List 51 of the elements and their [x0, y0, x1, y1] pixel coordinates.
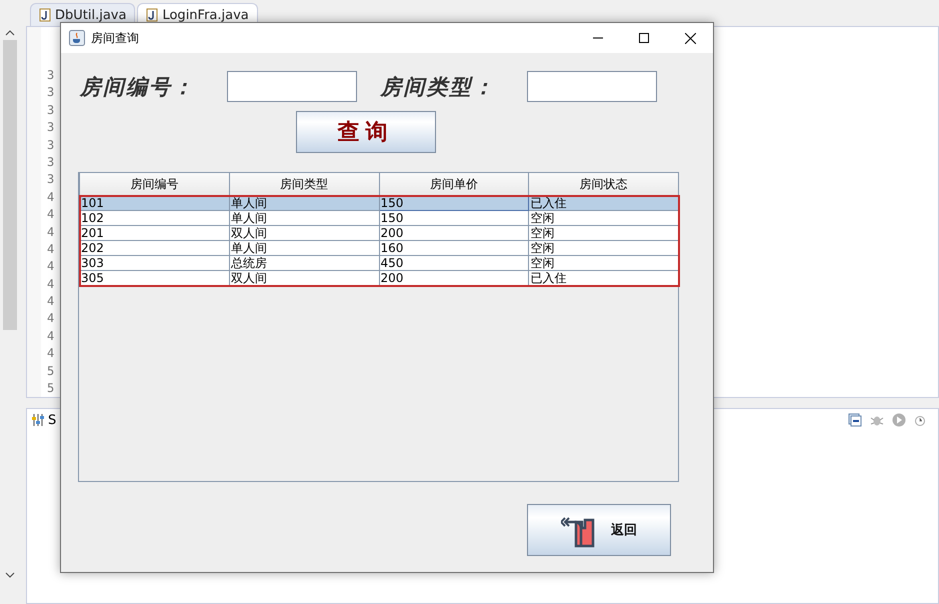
table-cell: 200	[379, 270, 529, 286]
java-cup-icon	[69, 30, 85, 46]
table-row[interactable]: 102 单人间 150 空闲	[80, 210, 678, 226]
line-number: 3	[46, 136, 54, 154]
line-number: 4	[46, 310, 54, 328]
table-cell: 双人间	[229, 270, 379, 286]
line-number: 3	[46, 119, 54, 136]
field-label: 房间类型：	[379, 72, 496, 100]
line-number: 4	[46, 224, 54, 241]
back-button[interactable]: 返回	[527, 504, 671, 556]
scroll-up-icon[interactable]	[5, 30, 15, 36]
table-cell: 305	[80, 270, 230, 286]
column-header[interactable]: 房间类型	[229, 173, 379, 196]
line-number: 4	[46, 258, 54, 276]
maximize-icon	[639, 33, 649, 43]
input-field[interactable]	[226, 71, 356, 102]
table-row[interactable]: 202 单人间 160 空闲	[80, 240, 678, 256]
input-field[interactable]	[527, 71, 657, 102]
panel-tab[interactable]: S	[48, 412, 56, 428]
line-number: 3	[46, 171, 54, 188]
column-header[interactable]: 房间单价	[379, 173, 529, 196]
table-row[interactable]: 303 总统房 450 空闲	[80, 256, 678, 270]
line-number: 4	[46, 240, 54, 258]
table-row[interactable]: 201 双人间 200 空闲	[80, 226, 678, 240]
java-file-icon	[39, 8, 51, 22]
scroll-down-icon[interactable]	[5, 572, 15, 578]
line-number: 4	[46, 328, 54, 345]
table-row[interactable]: 305 双人间 200 已入住	[80, 270, 678, 286]
table-row[interactable]: 101 单人间 150 已入住	[80, 196, 678, 210]
line-number: 4	[46, 276, 54, 293]
field-label: 房间编号：	[78, 72, 196, 100]
line-number: 4	[46, 206, 54, 224]
window-title: 房间查询	[91, 30, 139, 46]
column-header[interactable]: 房间状态	[528, 173, 678, 196]
scrollbar-thumb[interactable]	[3, 40, 17, 330]
line-number: 5	[46, 380, 54, 398]
line-number: 4	[46, 345, 54, 362]
collapse-icon[interactable]	[848, 413, 862, 427]
line-number: 3	[46, 154, 54, 171]
sliders-icon	[31, 413, 45, 427]
line-number: 4	[46, 188, 54, 206]
column-header[interactable]: 房间编号	[80, 173, 230, 196]
line-number: 4	[46, 293, 54, 310]
timer-icon[interactable]	[914, 413, 928, 427]
query-button[interactable]: 查询	[296, 111, 436, 153]
line-number: 3	[46, 84, 54, 102]
close-icon	[684, 32, 696, 44]
line-number: 3	[46, 67, 54, 84]
line-number: 5	[46, 362, 54, 380]
line-number: 3	[46, 102, 54, 119]
play-icon[interactable]	[892, 413, 906, 427]
